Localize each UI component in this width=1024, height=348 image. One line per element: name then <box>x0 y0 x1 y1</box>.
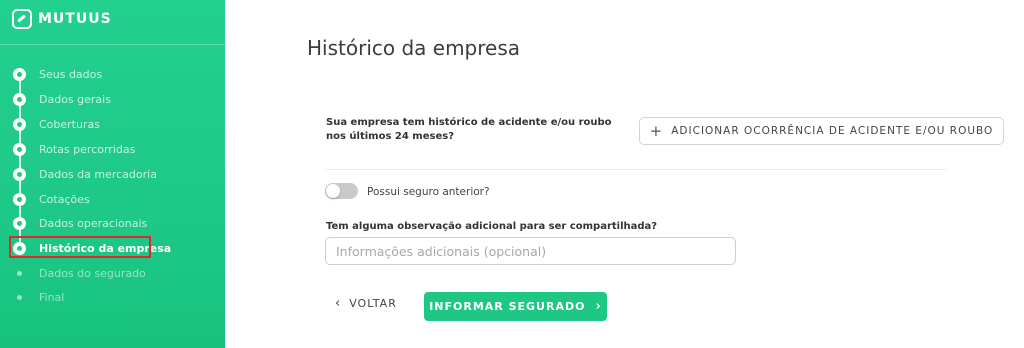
inform-insured-button[interactable]: INFORMAR SEGURADO › <box>424 292 607 321</box>
step-done-icon <box>13 117 26 131</box>
previous-insurance-toggle[interactable] <box>325 183 358 199</box>
sidebar-step-seus-dados[interactable]: Seus dados <box>13 66 102 82</box>
previous-insurance-label: Possui seguro anterior? <box>367 186 490 198</box>
sidebar-step-cotacoes[interactable]: Cotações <box>13 191 90 207</box>
section-divider <box>326 169 946 170</box>
step-done-icon <box>13 142 26 156</box>
sidebar-step-label: Dados da mercadoria <box>39 167 157 181</box>
step-pending-icon <box>13 291 26 304</box>
sidebar-step-label: Dados operacionais <box>39 216 148 230</box>
sidebar-divider <box>0 44 225 45</box>
sidebar-step-dados-operacionais[interactable]: Dados operacionais <box>13 215 147 231</box>
sidebar-step-label: Coberturas <box>39 117 100 131</box>
step-done-icon <box>13 67 26 81</box>
plus-icon: + <box>649 121 664 140</box>
sidebar-step-dados-gerais[interactable]: Dados gerais <box>13 91 111 107</box>
back-button[interactable]: ‹ VOLTAR <box>335 297 397 310</box>
step-pending-icon <box>13 267 26 280</box>
active-step-highlight <box>9 236 151 258</box>
sidebar-step-rotas-percorridas[interactable]: Rotas percorridas <box>13 141 135 157</box>
sidebar: MUTUUS Seus dados Dados gerais Cobertura… <box>0 0 225 348</box>
sidebar-step-label: Final <box>39 290 65 304</box>
sidebar-step-final: Final <box>13 289 64 305</box>
sidebar-step-dados-da-mercadoria[interactable]: Dados da mercadoria <box>13 166 157 182</box>
sidebar-step-label: Dados do segurado <box>39 266 146 280</box>
add-occurrence-label: ADICIONAR OCORRÊNCIA DE ACIDENTE E/OU RO… <box>671 125 994 137</box>
logo-icon <box>12 9 32 29</box>
inform-insured-label: INFORMAR SEGURADO <box>429 300 586 313</box>
logo: MUTUUS <box>12 8 112 30</box>
sidebar-step-label: Rotas percorridas <box>39 142 136 156</box>
sidebar-step-label: Dados gerais <box>39 92 111 106</box>
observation-input[interactable] <box>325 237 736 265</box>
observation-label: Tem alguma observação adicional para ser… <box>326 221 658 232</box>
page-title: Histórico da empresa <box>307 36 521 60</box>
sidebar-step-label: Seus dados <box>39 67 103 81</box>
add-occurrence-button[interactable]: + ADICIONAR OCORRÊNCIA DE ACIDENTE E/OU … <box>639 117 1004 145</box>
sidebar-step-dados-do-segurado: Dados do segurado <box>13 265 146 281</box>
step-done-icon <box>13 216 26 230</box>
logo-text: MUTUUS <box>38 11 112 27</box>
step-done-icon <box>13 92 26 106</box>
back-button-label: VOLTAR <box>349 297 397 310</box>
step-done-icon <box>13 167 26 181</box>
toggle-knob <box>326 184 340 198</box>
sidebar-step-label: Cotações <box>39 192 90 206</box>
accident-history-question: Sua empresa tem histórico de acidente e/… <box>326 117 612 142</box>
chevron-left-icon: ‹ <box>335 296 342 311</box>
chevron-right-icon: › <box>595 299 602 314</box>
sidebar-step-coberturas[interactable]: Coberturas <box>13 116 100 132</box>
step-done-icon <box>13 192 26 206</box>
